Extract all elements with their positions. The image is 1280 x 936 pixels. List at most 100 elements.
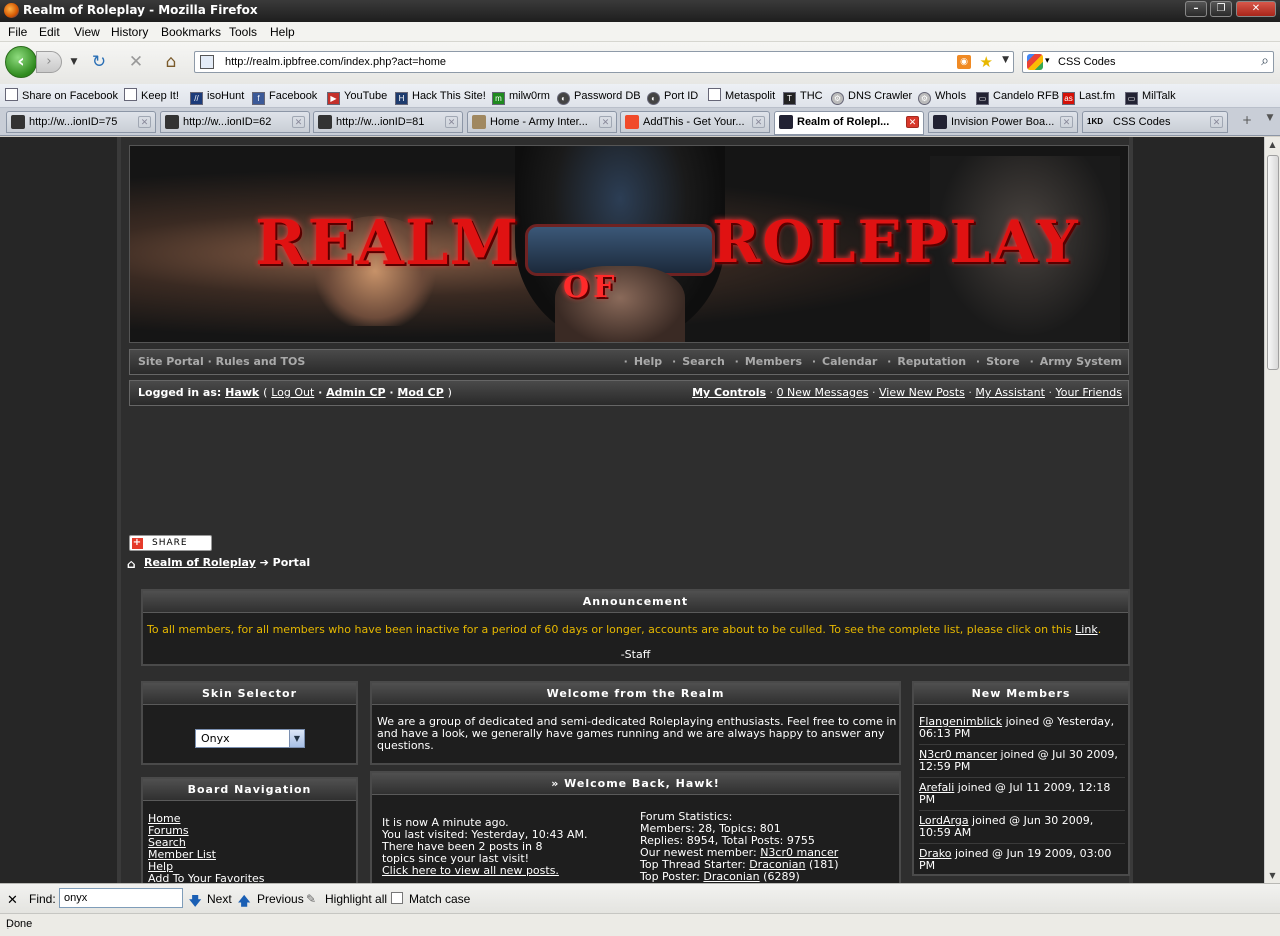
- bookmark-password-db[interactable]: ◐ Password DB: [557, 88, 641, 105]
- minimize-button[interactable]: –: [1185, 1, 1207, 17]
- bookmark-thc[interactable]: T THC: [783, 88, 823, 105]
- bookmark-hack-this-site[interactable]: H Hack This Site!: [395, 88, 486, 105]
- top-poster-link[interactable]: Draconian: [703, 870, 759, 883]
- site-portal-link[interactable]: Site Portal: [138, 355, 204, 368]
- breadcrumb-root-link[interactable]: Realm of Roleplay: [144, 556, 256, 569]
- search-input[interactable]: CSS Codes: [1058, 56, 1115, 68]
- arrow-down-icon[interactable]: 🡇: [189, 892, 201, 913]
- tab-2[interactable]: http://w...ionID=62 ✕: [160, 111, 310, 133]
- scroll-up-icon[interactable]: ▲: [1265, 137, 1280, 152]
- menu-view[interactable]: View: [74, 25, 100, 39]
- tab-close-icon[interactable]: ✕: [1060, 116, 1073, 128]
- scrollbar-thumb[interactable]: [1267, 155, 1279, 370]
- view-new-posts-link[interactable]: View New Posts: [879, 386, 965, 399]
- back-button[interactable]: ‹: [5, 46, 37, 78]
- find-input[interactable]: onyx: [59, 888, 183, 908]
- list-tabs-icon[interactable]: ▼: [1259, 113, 1280, 131]
- reload-icon[interactable]: ↻: [89, 52, 109, 72]
- announcement-link[interactable]: Link: [1075, 623, 1098, 636]
- logout-link[interactable]: Log Out: [271, 386, 314, 399]
- menu-bookmarks[interactable]: Bookmarks: [161, 25, 221, 39]
- tab-close-icon[interactable]: ✕: [599, 116, 612, 128]
- tab-3[interactable]: http://w...ionID=81 ✕: [313, 111, 463, 133]
- menu-tools[interactable]: Tools: [229, 25, 257, 39]
- tab-close-icon[interactable]: ✕: [292, 116, 305, 128]
- find-previous-button[interactable]: Previous: [257, 892, 304, 906]
- tab-7[interactable]: Invision Power Boa... ✕: [928, 111, 1078, 133]
- search-icon[interactable]: ⌕: [1261, 53, 1269, 69]
- bookmark-youtube[interactable]: ▶ YouTube: [327, 88, 387, 105]
- mod-cp-link[interactable]: Mod CP: [397, 386, 443, 399]
- bookmark-facebook[interactable]: f Facebook: [252, 88, 317, 105]
- bookmark-metaspolit[interactable]: Metaspolit: [708, 88, 775, 104]
- tab-4[interactable]: Home - Army Inter... ✕: [467, 111, 617, 133]
- tab-8[interactable]: 1KD CSS Codes ✕: [1082, 111, 1228, 133]
- match-case-checkbox[interactable]: [391, 892, 403, 904]
- arrow-up-icon[interactable]: 🡅: [238, 892, 250, 913]
- url-dropdown-icon[interactable]: ▼: [1002, 55, 1009, 65]
- tab-close-icon[interactable]: ✕: [445, 116, 458, 128]
- new-tab-icon[interactable]: +: [1236, 113, 1258, 131]
- menu-help[interactable]: Help: [270, 25, 295, 39]
- my-controls-link[interactable]: My Controls: [692, 386, 766, 399]
- tab-close-icon[interactable]: ✕: [752, 116, 765, 128]
- rules-link[interactable]: Rules and TOS: [216, 355, 306, 368]
- chevron-down-icon[interactable]: ▼: [289, 730, 304, 747]
- nav-favorites-link[interactable]: Add To Your Favorites: [148, 872, 265, 883]
- your-friends-link[interactable]: Your Friends: [1055, 386, 1122, 399]
- tab-1[interactable]: http://w...ionID=75 ✕: [6, 111, 156, 133]
- close-find-icon[interactable]: ✕: [7, 892, 18, 908]
- army-system-link[interactable]: Army System: [1040, 355, 1122, 368]
- history-dropdown-icon[interactable]: ▼: [64, 52, 84, 72]
- forward-button[interactable]: ›: [36, 51, 62, 73]
- new-messages-link[interactable]: 0 New Messages: [777, 386, 869, 399]
- engine-dropdown-icon[interactable]: ▾: [1045, 56, 1050, 66]
- store-link[interactable]: Store: [986, 355, 1020, 368]
- vertical-scrollbar[interactable]: ▲ ▼: [1264, 137, 1280, 883]
- tab-5[interactable]: AddThis - Get Your... ✕: [620, 111, 770, 133]
- calendar-link[interactable]: Calendar: [822, 355, 877, 368]
- members-link[interactable]: Members: [745, 355, 802, 368]
- tab-close-icon[interactable]: ✕: [138, 116, 151, 128]
- url-bar[interactable]: http://realm.ipbfree.com/index.php?act=h…: [194, 51, 1014, 73]
- bookmark-share-on-facebook[interactable]: Share on Facebook: [5, 88, 118, 104]
- skin-select[interactable]: Onyx ▼: [195, 729, 305, 748]
- menu-edit[interactable]: Edit: [39, 25, 60, 39]
- bookmark-candelo-rfb[interactable]: ▭ Candelo RFB: [976, 88, 1059, 105]
- bookmark-dns-crawler[interactable]: ⚙ DNS Crawler: [831, 88, 912, 105]
- tab-realm-of-roleplay[interactable]: Realm of Rolepl... ✕: [774, 111, 924, 135]
- match-case-label[interactable]: Match case: [409, 892, 470, 906]
- bookmark-star-icon[interactable]: ★: [980, 53, 993, 71]
- tab-close-icon[interactable]: ✕: [906, 116, 919, 128]
- bookmark-miltalk[interactable]: ▭ MilTalk: [1125, 88, 1176, 105]
- maximize-button[interactable]: ❐: [1210, 1, 1232, 17]
- bookmark-milw0rm[interactable]: m milw0rm: [492, 88, 550, 105]
- stop-icon[interactable]: ✕: [126, 52, 146, 72]
- help-link[interactable]: Help: [634, 355, 662, 368]
- find-next-button[interactable]: Next: [207, 892, 232, 906]
- reputation-link[interactable]: Reputation: [897, 355, 966, 368]
- rss-icon[interactable]: ◉: [957, 55, 971, 69]
- scroll-down-icon[interactable]: ▼: [1265, 868, 1280, 883]
- home-icon[interactable]: ⌂: [161, 52, 181, 72]
- tab-close-icon[interactable]: ✕: [1210, 116, 1223, 128]
- close-button[interactable]: ✕: [1236, 1, 1276, 17]
- admin-cp-link[interactable]: Admin CP: [326, 386, 385, 399]
- view-new-posts-link[interactable]: Click here to view all new posts.: [382, 864, 559, 877]
- search-link[interactable]: Search: [682, 355, 725, 368]
- username-link[interactable]: Hawk: [225, 386, 259, 399]
- bookmark-keep-it[interactable]: Keep It!: [124, 88, 179, 104]
- highlight-all-button[interactable]: Highlight all: [325, 892, 387, 906]
- my-assistant-link[interactable]: My Assistant: [975, 386, 1045, 399]
- search-box[interactable]: ▾ CSS Codes ⌕: [1022, 51, 1274, 73]
- bookmark-port-id[interactable]: ◐ Port ID: [647, 88, 698, 105]
- menu-history[interactable]: History: [111, 25, 148, 39]
- site-banner[interactable]: REALM OF ROLEPLAY: [129, 145, 1129, 343]
- google-icon[interactable]: [1027, 54, 1043, 70]
- menu-file[interactable]: File: [8, 25, 27, 39]
- bookmark-whois[interactable]: ⚙ WhoIs: [918, 88, 966, 105]
- bookmark-lastfm[interactable]: as Last.fm: [1062, 88, 1115, 105]
- resize-grip-icon[interactable]: ⋰: [6, 918, 1276, 931]
- bookmark-isohunt[interactable]: //isoHunt: [190, 88, 244, 105]
- share-button[interactable]: + SHARE: [129, 535, 212, 551]
